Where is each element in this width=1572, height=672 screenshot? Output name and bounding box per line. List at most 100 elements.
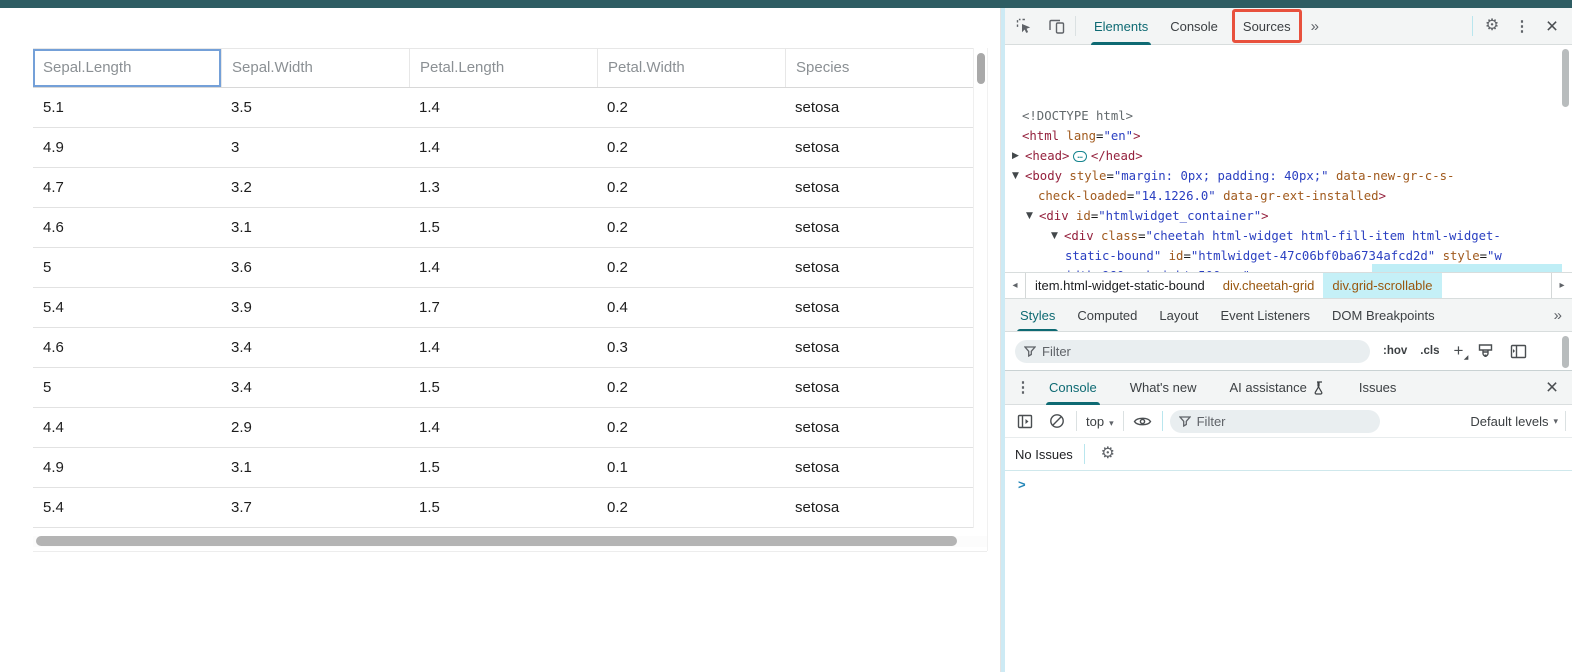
grid-cell[interactable]: 4.9	[33, 128, 221, 167]
console-settings-gear-icon[interactable]: ⚙	[1096, 442, 1120, 466]
tab-computed[interactable]: Computed	[1066, 299, 1148, 332]
grid-cell[interactable]: 0.2	[597, 408, 785, 447]
column-header[interactable]: Sepal.Length	[33, 49, 221, 87]
breadcrumb-scroll-right-icon[interactable]: ▸	[1551, 273, 1572, 298]
dom-tree-line[interactable]: static-bound" id="htmlwidget-47c06bf0ba6…	[1012, 246, 1562, 266]
grid-cell[interactable]: setosa	[785, 208, 973, 247]
expand-arrow-down-icon[interactable]: ▼	[1051, 226, 1064, 246]
grid-cell[interactable]: setosa	[785, 288, 973, 327]
grid-cell[interactable]: 0.2	[597, 88, 785, 127]
toggle-hover-state-button[interactable]: :hov	[1383, 345, 1407, 357]
eye-icon[interactable]	[1131, 409, 1155, 433]
styles-filter-field[interactable]	[1015, 340, 1370, 363]
column-header[interactable]: Petal.Length	[409, 49, 597, 87]
tab-what-s-new[interactable]: What's new	[1120, 371, 1207, 405]
tab-elements[interactable]: Elements	[1083, 8, 1159, 45]
grid-cell[interactable]: 3.4	[221, 328, 409, 367]
elements-scrollbar-thumb[interactable]	[1562, 49, 1569, 107]
dom-tree-line[interactable]: check-loaded="14.1226.0" data-gr-ext-ins…	[1012, 186, 1562, 206]
grid-cell[interactable]: 1.5	[409, 208, 597, 247]
grid-cell[interactable]: 0.2	[597, 128, 785, 167]
breadcrumb-item[interactable]: item.html-widget-static-bound	[1026, 273, 1214, 298]
grid-cell[interactable]: 1.5	[409, 488, 597, 527]
grid-cell[interactable]: 2.9	[221, 408, 409, 447]
styles-filter-input[interactable]	[1042, 344, 1361, 359]
new-style-rule-icon[interactable]: +◢	[1453, 341, 1463, 361]
dom-tree-line[interactable]: ▶<head>…</head>	[1012, 146, 1562, 166]
grid-cell[interactable]: 0.2	[597, 368, 785, 407]
dom-tree-line[interactable]: ▼<div id="htmlwidget_container">	[1012, 206, 1562, 226]
toggle-sidebar-panel-icon[interactable]	[1506, 339, 1530, 363]
grid-cell[interactable]: 0.3	[597, 328, 785, 367]
dom-tree-line[interactable]: <html lang="en">	[1012, 126, 1562, 146]
grid-cell[interactable]: 1.3	[409, 168, 597, 207]
tab-issues[interactable]: Issues	[1349, 371, 1407, 405]
log-levels-dropdown[interactable]: Default levels▾	[1470, 414, 1558, 429]
tab-layout[interactable]: Layout	[1148, 299, 1209, 332]
grid-cell[interactable]: 4.7	[33, 168, 221, 207]
dom-tree-line[interactable]: ▼<div class="cheetah html-widget html-fi…	[1012, 226, 1562, 246]
grid-cell[interactable]: 4.6	[33, 208, 221, 247]
rendering-brush-icon[interactable]	[1473, 339, 1497, 363]
grid-cell[interactable]: setosa	[785, 128, 973, 167]
tab-event-listeners[interactable]: Event Listeners	[1209, 299, 1321, 332]
grid-horizontal-scrollbar[interactable]	[33, 536, 987, 547]
grid-cell[interactable]: 0.2	[597, 248, 785, 287]
grid-cell[interactable]: 3.2	[221, 168, 409, 207]
grid-cell[interactable]: 5	[33, 368, 221, 407]
column-header[interactable]: Species	[785, 49, 973, 87]
dom-tree-line[interactable]: <!DOCTYPE html>	[1012, 106, 1562, 126]
more-styles-tabs-icon[interactable]: »	[1548, 307, 1566, 324]
expand-arrow-down-icon[interactable]: ▼	[1012, 166, 1025, 186]
breadcrumb-item[interactable]: div.cheetah-grid	[1214, 273, 1324, 298]
breadcrumb-item[interactable]: div.grid-scrollable	[1323, 273, 1441, 298]
tab-sources[interactable]: Sources	[1235, 12, 1299, 40]
grid-cell[interactable]: 0.2	[597, 208, 785, 247]
grid-cell[interactable]: 5.1	[33, 88, 221, 127]
grid-cell[interactable]: 1.4	[409, 408, 597, 447]
styles-scrollbar-thumb[interactable]	[1562, 336, 1569, 368]
grid-horizontal-scrollbar-thumb[interactable]	[36, 536, 957, 546]
console-prompt-row[interactable]: >	[1005, 471, 1572, 497]
grid-cell[interactable]: setosa	[785, 368, 973, 407]
tab-console[interactable]: Console	[1159, 8, 1229, 45]
no-issues-label[interactable]: No Issues	[1015, 447, 1073, 462]
grid-cell[interactable]: 5.4	[33, 488, 221, 527]
inspect-element-icon[interactable]	[1012, 14, 1036, 38]
console-filter-input[interactable]	[1197, 414, 1371, 429]
grid-cell[interactable]: 1.7	[409, 288, 597, 327]
grid-cell[interactable]: 5	[33, 248, 221, 287]
grid-cell[interactable]: 5.4	[33, 288, 221, 327]
grid-cell[interactable]: setosa	[785, 168, 973, 207]
grid-cell[interactable]: 3.5	[221, 88, 409, 127]
close-drawer-icon[interactable]: ×	[1540, 376, 1564, 400]
grid-cell[interactable]: 0.2	[597, 488, 785, 527]
tab-styles[interactable]: Styles	[1009, 299, 1066, 332]
clear-console-icon[interactable]	[1045, 409, 1069, 433]
breadcrumb-scroll-left-icon[interactable]: ◂	[1005, 273, 1026, 298]
grid-cell[interactable]: 0.1	[597, 448, 785, 487]
grid-cell[interactable]: 4.6	[33, 328, 221, 367]
inline-expand-icon[interactable]: …	[1073, 151, 1086, 162]
tab-ai-assistance[interactable]: AI assistance	[1220, 371, 1336, 405]
console-context-selector[interactable]: top▾	[1086, 414, 1114, 429]
console-sidebar-icon[interactable]	[1013, 409, 1037, 433]
grid-vertical-scrollbar[interactable]	[973, 48, 986, 528]
grid-cell[interactable]: setosa	[785, 408, 973, 447]
grid-cell[interactable]: setosa	[785, 448, 973, 487]
device-toolbar-icon[interactable]	[1044, 14, 1068, 38]
settings-gear-icon[interactable]: ⚙	[1480, 14, 1504, 38]
grid-cell[interactable]: 3.7	[221, 488, 409, 527]
grid-cell[interactable]: 1.4	[409, 88, 597, 127]
grid-cell[interactable]: 0.2	[597, 168, 785, 207]
grid-cell[interactable]: 1.4	[409, 328, 597, 367]
grid-vertical-scrollbar-thumb[interactable]	[977, 53, 985, 84]
toggle-class-button[interactable]: .cls	[1420, 345, 1439, 357]
console-filter-field[interactable]	[1170, 410, 1380, 433]
expand-arrow-right-icon[interactable]: ▶	[1012, 146, 1025, 166]
drawer-menu-icon[interactable]: ⋮	[1011, 376, 1035, 400]
grid-cell[interactable]: 3.1	[221, 448, 409, 487]
grid-cell[interactable]: 3.1	[221, 208, 409, 247]
grid-cell[interactable]: setosa	[785, 488, 973, 527]
grid-cell[interactable]: 0.4	[597, 288, 785, 327]
